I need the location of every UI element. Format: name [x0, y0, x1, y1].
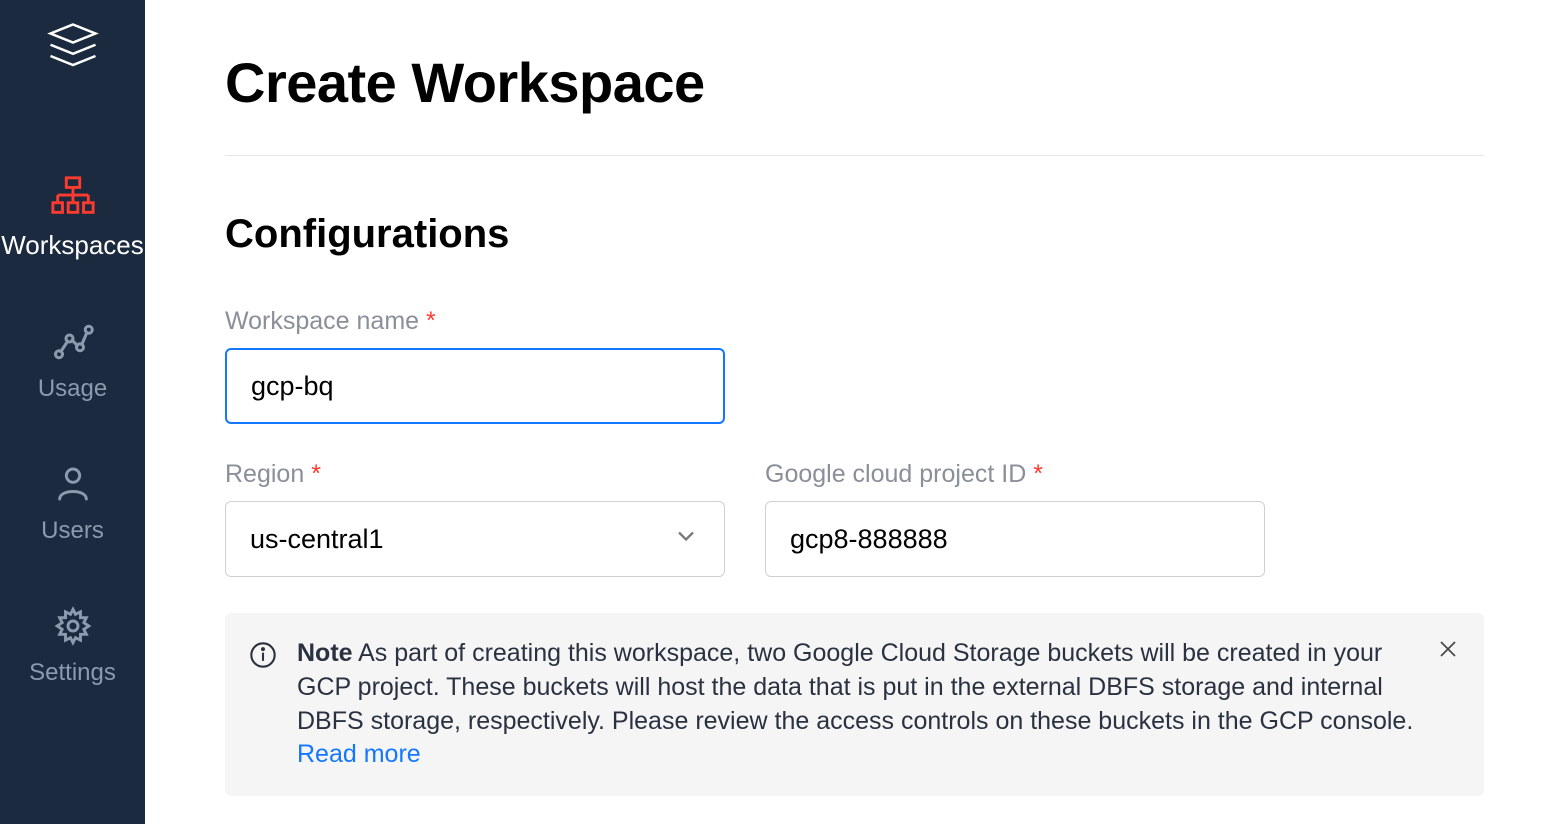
workspaces-icon — [50, 174, 96, 220]
sidebar: Workspaces Usage Users — [0, 0, 145, 824]
sidebar-item-workspaces[interactable]: Workspaces — [0, 156, 145, 301]
read-more-link[interactable]: Read more — [297, 740, 421, 768]
sidebar-item-label: Workspaces — [1, 230, 144, 261]
usage-icon — [50, 319, 96, 365]
note-body: As part of creating this workspace, two … — [297, 639, 1413, 735]
section-title: Configurations — [225, 212, 1484, 257]
info-note: Note As part of creating this workspace,… — [225, 613, 1484, 796]
note-text: Note As part of creating this workspace,… — [297, 637, 1424, 772]
main-content: Create Workspace Configurations Workspac… — [145, 0, 1544, 824]
sidebar-item-users[interactable]: Users — [0, 443, 145, 585]
divider — [225, 155, 1484, 156]
region-label: Region * — [225, 460, 725, 489]
sidebar-item-settings[interactable]: Settings — [0, 585, 145, 727]
sidebar-item-label: Users — [41, 517, 104, 545]
region-value: us-central1 — [250, 524, 384, 555]
sidebar-item-label: Settings — [29, 659, 116, 687]
gear-icon — [50, 603, 96, 649]
region-group: Region * us-central1 — [225, 460, 725, 577]
note-prefix: Note — [297, 639, 353, 667]
app-logo[interactable] — [44, 18, 102, 76]
workspace-name-group: Workspace name * — [225, 307, 725, 424]
project-id-group: Google cloud project ID * — [765, 460, 1265, 577]
region-select[interactable]: us-central1 — [225, 501, 725, 577]
users-icon — [50, 461, 96, 507]
workspace-name-label: Workspace name * — [225, 307, 725, 336]
project-id-label: Google cloud project ID * — [765, 460, 1265, 489]
info-icon — [249, 641, 277, 772]
sidebar-item-label: Usage — [38, 375, 107, 403]
sidebar-item-usage[interactable]: Usage — [0, 301, 145, 443]
page-title: Create Workspace — [225, 50, 1484, 115]
project-id-input[interactable] — [765, 501, 1265, 577]
close-icon[interactable] — [1436, 637, 1460, 666]
chevron-down-icon — [672, 522, 700, 557]
workspace-name-input[interactable] — [225, 348, 725, 424]
